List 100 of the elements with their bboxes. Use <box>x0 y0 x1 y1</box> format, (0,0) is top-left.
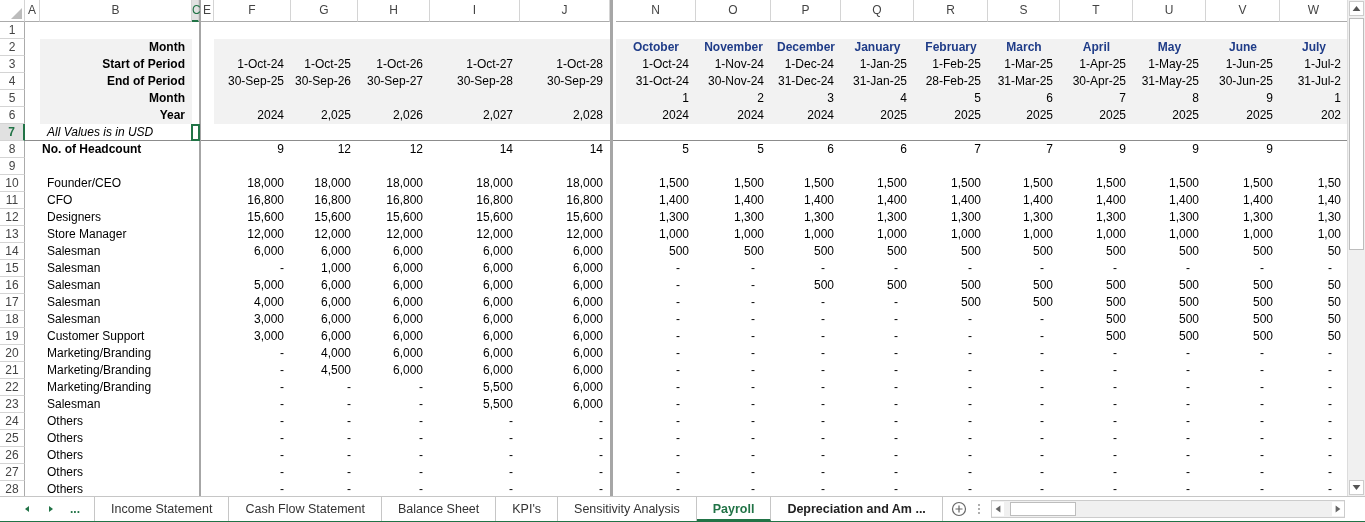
column-header[interactable]: A <box>25 0 40 22</box>
row-number[interactable]: 21 <box>0 362 25 379</box>
scroll-down-icon[interactable] <box>1349 480 1364 495</box>
column-header[interactable]: C <box>192 0 199 22</box>
table-cell-text: 30-Sep-29 <box>545 73 604 90</box>
table-cell-text: 6,000 <box>391 311 424 328</box>
row-number[interactable]: 10 <box>0 175 25 192</box>
row-number[interactable]: 19 <box>0 328 25 345</box>
table-cell-text: - <box>967 447 973 464</box>
table-cell-text: - <box>1259 396 1265 413</box>
row-number[interactable]: 9 <box>0 158 25 175</box>
table-cell-text: 12,000 <box>246 226 285 243</box>
table-cell-text: 50 <box>1326 328 1342 345</box>
table-cell-text: 500 <box>1031 294 1054 311</box>
column-header[interactable]: G <box>291 0 358 22</box>
table-cell-text: 1,400 <box>657 192 690 209</box>
table-cell-text: - <box>967 345 973 362</box>
column-header[interactable]: E <box>201 0 214 22</box>
sheet-tab[interactable]: Cash Flow Statement <box>229 497 382 521</box>
table-cell-text: 31-Jul-2 <box>1296 73 1342 90</box>
table-cell-text: - <box>598 464 604 481</box>
column-header[interactable]: R <box>914 0 988 22</box>
table-cell-text: - <box>508 481 514 496</box>
scroll-up-icon[interactable] <box>1349 1 1364 16</box>
column-header[interactable]: Q <box>841 0 914 22</box>
column-header[interactable]: P <box>771 0 841 22</box>
row-number[interactable]: 27 <box>0 464 25 481</box>
column-header[interactable]: I <box>430 0 520 22</box>
row-number[interactable]: 16 <box>0 277 25 294</box>
row-number[interactable]: 17 <box>0 294 25 311</box>
row-number[interactable]: 8 <box>0 141 25 158</box>
row-number[interactable]: 3 <box>0 56 25 73</box>
table-cell-text: - <box>1185 447 1191 464</box>
table-cell-text: 30-Apr-25 <box>1071 73 1127 90</box>
table-cell-text: - <box>675 481 681 496</box>
column-header[interactable]: O <box>696 0 771 22</box>
row-label: Marketing/Branding <box>46 362 153 379</box>
sheet-tab[interactable]: Income Statement <box>95 497 230 521</box>
table-cell-text: 500 <box>1177 277 1200 294</box>
table-cell-text: - <box>1185 345 1191 362</box>
table-cell-text: - <box>820 481 826 496</box>
table-cell-text: 2,028 <box>571 107 604 124</box>
table-cell-text: 1,400 <box>875 192 908 209</box>
selected-cell[interactable] <box>191 124 200 141</box>
row-number[interactable]: 13 <box>0 226 25 243</box>
column-header[interactable]: B <box>40 0 192 22</box>
row-number[interactable]: 26 <box>0 447 25 464</box>
table-cell-text: - <box>893 379 899 396</box>
sheet-tab[interactable]: Balance Sheet <box>381 497 497 521</box>
table-cell-text: - <box>967 260 973 277</box>
table-cell-text: 16,800 <box>565 192 604 209</box>
row-number[interactable]: 23 <box>0 396 25 413</box>
row-number[interactable]: 4 <box>0 73 25 90</box>
horizontal-scrollbar[interactable] <box>990 500 1345 518</box>
scrollbar-thumb[interactable] <box>1349 18 1364 250</box>
table-cell-text: - <box>1039 464 1045 481</box>
row-number[interactable]: 12 <box>0 209 25 226</box>
table-cell-text: - <box>675 277 681 294</box>
table-cell-text: - <box>1112 464 1118 481</box>
add-sheet-icon[interactable] <box>950 501 967 517</box>
scroll-right-icon[interactable] <box>1332 502 1344 516</box>
scrollbar-thumb[interactable] <box>1009 502 1076 516</box>
table-cell-text: - <box>1039 362 1045 379</box>
more-sheets-button[interactable]: ... <box>64 497 95 521</box>
column-header[interactable]: V <box>1206 0 1280 22</box>
table-cell-text: - <box>750 260 756 277</box>
column-header[interactable]: N <box>616 0 696 22</box>
table-cell-text: 1,00 <box>1316 226 1342 243</box>
table-cell-text: - <box>893 413 899 430</box>
column-header[interactable]: S <box>988 0 1060 22</box>
row-number[interactable]: 5 <box>0 90 25 107</box>
column-header[interactable]: H <box>358 0 430 22</box>
sheet-tab[interactable]: KPI's <box>496 497 559 521</box>
row-number[interactable]: 2 <box>0 39 25 56</box>
row-number[interactable]: 11 <box>0 192 25 209</box>
row-label: Salesman <box>46 277 102 294</box>
scroll-left-icon[interactable] <box>991 502 1004 516</box>
row-number[interactable]: 22 <box>0 379 25 396</box>
table-cell-text: - <box>893 311 899 328</box>
sheet-tab[interactable]: Sensitivity Analysis <box>558 497 697 521</box>
vertical-scrollbar[interactable] <box>1347 0 1365 496</box>
row-number[interactable]: 24 <box>0 413 25 430</box>
column-header[interactable]: T <box>1060 0 1133 22</box>
sheet-tab[interactable]: Payroll <box>696 497 772 521</box>
row-number[interactable]: 7 <box>0 124 25 141</box>
row-number[interactable]: 1 <box>0 22 25 39</box>
column-header[interactable]: U <box>1133 0 1206 22</box>
row-number[interactable]: 25 <box>0 430 25 447</box>
table-cell-text: 6,000 <box>391 243 424 260</box>
column-header[interactable]: F <box>214 0 291 22</box>
column-header[interactable]: J <box>520 0 610 22</box>
table-cell-text: - <box>346 413 352 430</box>
sheet-tab[interactable]: Depreciation and Am ... <box>771 497 943 521</box>
row-number[interactable]: 15 <box>0 260 25 277</box>
row-number[interactable]: 14 <box>0 243 25 260</box>
table-cell-text: - <box>1327 430 1333 447</box>
month-name: February <box>924 39 978 56</box>
row-number[interactable]: 18 <box>0 311 25 328</box>
row-number[interactable]: 20 <box>0 345 25 362</box>
table-cell-text: 31-Oct-24 <box>634 73 690 90</box>
